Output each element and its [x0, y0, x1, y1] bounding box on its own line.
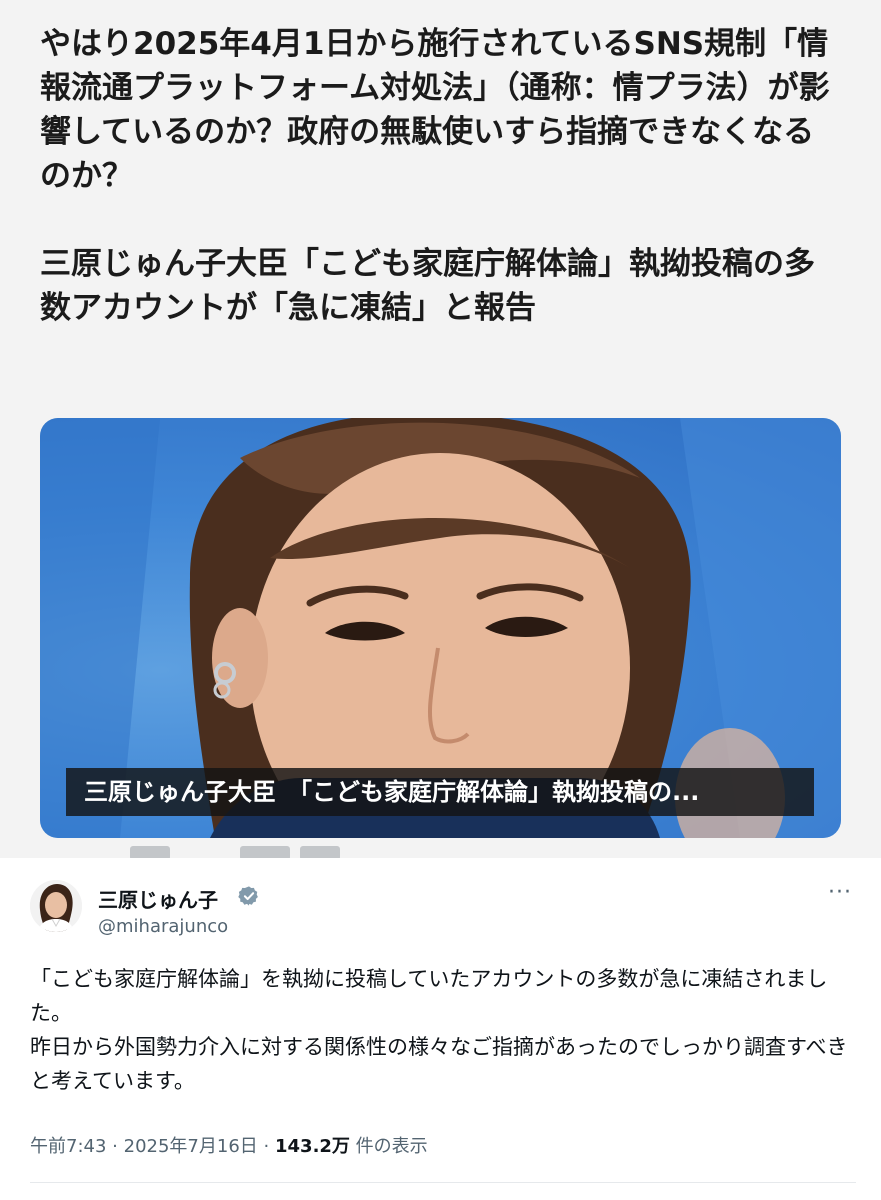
article-screenshot: やはり2025年4月1日から施行されているSNS規制「情報流通プラットフォーム対… [0, 0, 881, 858]
tweet-card: 三原じゅん子 @miharajunco ··· 「こども家庭庁解体論」を執拗に投… [0, 858, 881, 1200]
meta-separator: · [112, 1136, 118, 1157]
verified-badge-icon [238, 886, 258, 906]
views-label: 件の表示 [355, 1136, 428, 1157]
cropped-text-fragment [40, 838, 841, 858]
tweet-text-line-1: 「こども家庭庁解体論」を執拗に投稿していたアカウントの多数が急に凍結されました。 [30, 967, 828, 1025]
more-options-icon[interactable]: ··· [826, 882, 854, 908]
divider [30, 1182, 856, 1183]
views-count: 143.2万 [275, 1136, 350, 1157]
avatar-portrait-icon [30, 880, 82, 932]
tweet-text: 「こども家庭庁解体論」を執拗に投稿していたアカウントの多数が急に凍結されました。… [30, 962, 856, 1098]
tweet-metadata: 午前7:43 · 2025年7月16日 · 143.2万 件の表示 [30, 1132, 428, 1158]
tweet-text-line-2: 昨日から外国勢力介入に対する関係性の様々なご指摘があったのでしっかり調査すべきと… [30, 1035, 848, 1093]
display-name[interactable]: 三原じゅん子 [98, 884, 218, 913]
photo-caption: 三原じゅん子大臣 「こども家庭庁解体論」執拗投稿の... [66, 768, 814, 816]
avatar[interactable] [30, 880, 82, 932]
tweet-date[interactable]: 2025年7月16日 [124, 1136, 258, 1157]
article-text: やはり2025年4月1日から施行されているSNS規制「情報流通プラットフォーム対… [40, 22, 840, 330]
tweet-time[interactable]: 午前7:43 [30, 1136, 106, 1157]
article-paragraph-1: やはり2025年4月1日から施行されているSNS規制「情報流通プラットフォーム対… [40, 26, 830, 194]
user-handle[interactable]: @miharajunco [98, 916, 228, 937]
meta-separator: · [263, 1136, 270, 1157]
article-headline: 三原じゅん子大臣「こども家庭庁解体論」執拗投稿の多数アカウントが「急に凍結」と報… [40, 246, 815, 326]
